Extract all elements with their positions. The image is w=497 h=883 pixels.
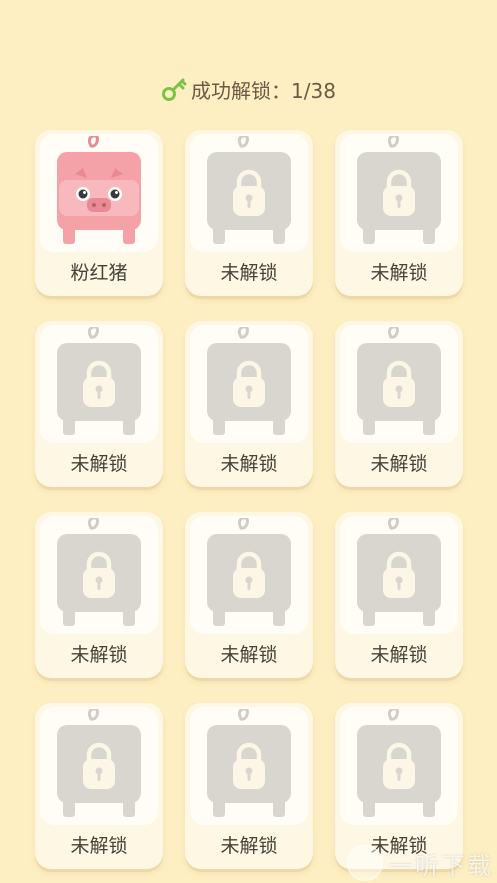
collection-grid: 粉红猪 未解锁 未解锁 未解锁 未解锁 未解锁 未解锁 未解锁 未解锁 未解锁 … — [35, 130, 463, 871]
locked-card[interactable]: 未解锁 — [35, 512, 163, 678]
locked-pig-icon — [349, 707, 449, 823]
locked-pig-icon — [199, 325, 299, 441]
unlock-progress-text: 成功解锁：1/38 — [191, 79, 336, 103]
card-label: 未解锁 — [370, 262, 428, 284]
locked-pig-icon — [199, 516, 299, 632]
locked-card[interactable]: 未解锁 — [185, 512, 313, 678]
locked-pig-icon — [49, 516, 149, 632]
locked-card[interactable]: 未解锁 — [35, 321, 163, 487]
locked-pig-icon — [199, 134, 299, 250]
card-label: 未解锁 — [220, 262, 278, 284]
locked-pig-icon — [199, 707, 299, 823]
locked-pig-icon — [349, 134, 449, 250]
locked-card[interactable]: 未解锁 — [335, 130, 463, 296]
locked-card[interactable]: 未解锁 — [185, 321, 313, 487]
watermark: 一听下载 — [347, 845, 493, 881]
unlock-progress: 成功解锁：1/38 — [0, 75, 497, 104]
locked-card[interactable]: 未解锁 — [335, 512, 463, 678]
locked-card[interactable]: 未解锁 — [185, 703, 313, 869]
locked-card[interactable]: 未解锁 — [35, 703, 163, 869]
unlocked-card[interactable]: 粉红猪 — [35, 130, 163, 296]
locked-pig-icon — [49, 707, 149, 823]
watermark-logo-icon — [347, 845, 383, 881]
card-label: 未解锁 — [220, 644, 278, 666]
card-label: 未解锁 — [70, 835, 128, 857]
locked-card[interactable]: 未解锁 — [185, 130, 313, 296]
watermark-text: 一听下载 — [389, 851, 493, 880]
locked-card[interactable]: 未解锁 — [335, 321, 463, 487]
card-label: 未解锁 — [220, 835, 278, 857]
locked-pig-icon — [349, 516, 449, 632]
locked-pig-icon — [349, 325, 449, 441]
card-label: 未解锁 — [70, 644, 128, 666]
key-icon — [162, 78, 187, 101]
pink-pig-icon — [49, 134, 149, 250]
card-label: 未解锁 — [220, 453, 278, 475]
card-label: 粉红猪 — [70, 262, 128, 284]
locked-pig-icon — [49, 325, 149, 441]
card-label: 未解锁 — [370, 644, 428, 666]
card-label: 未解锁 — [70, 453, 128, 475]
card-label: 未解锁 — [370, 453, 428, 475]
